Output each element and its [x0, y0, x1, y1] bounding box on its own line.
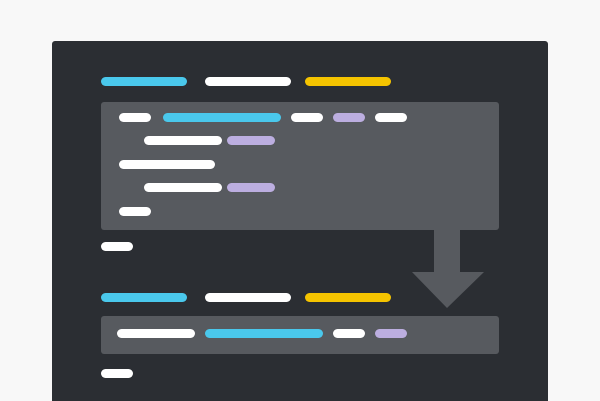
code-token [101, 242, 133, 251]
code-block-after [101, 316, 499, 354]
code-token [119, 207, 151, 216]
code-token [205, 77, 291, 86]
code-token [375, 113, 407, 122]
code-token [117, 329, 195, 338]
code-token [227, 136, 275, 145]
code-token [119, 113, 151, 122]
code-token [144, 183, 222, 192]
code-token [163, 113, 281, 122]
code-token [144, 136, 222, 145]
code-token [101, 77, 187, 86]
code-token [227, 183, 275, 192]
code-token [333, 329, 365, 338]
down-arrow-icon [412, 229, 484, 308]
code-token [205, 293, 291, 302]
code-token [119, 160, 215, 169]
code-token [305, 293, 391, 302]
code-token [333, 113, 365, 122]
code-token [291, 113, 323, 122]
code-token [101, 293, 187, 302]
code-token [305, 77, 391, 86]
code-editor-window [52, 41, 548, 401]
code-token [205, 329, 323, 338]
code-block-before [101, 102, 499, 230]
code-token [375, 329, 407, 338]
code-token [101, 369, 133, 378]
illustration-canvas [0, 0, 600, 401]
